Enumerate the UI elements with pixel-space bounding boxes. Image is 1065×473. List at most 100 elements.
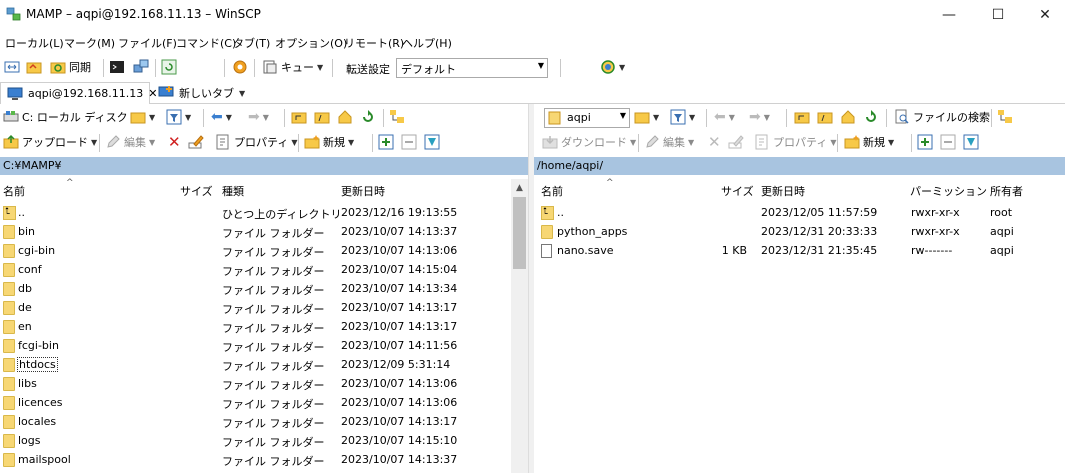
remote-path: /home/aqpi/ bbox=[537, 159, 604, 172]
table-row[interactable]: mailspool ファイル フォルダー 2023/10/07 14:13:37 bbox=[0, 450, 511, 469]
remote-col-owner[interactable]: 所有者 bbox=[990, 183, 1023, 199]
toolbar-separator bbox=[298, 134, 299, 152]
compare-dirs-button[interactable] bbox=[4, 57, 20, 77]
local-vertical-scrollbar[interactable]: ▲ bbox=[511, 179, 528, 473]
plus-icon bbox=[378, 134, 394, 150]
toolbar-separator bbox=[103, 59, 104, 77]
remote-col-modified[interactable]: 更新日時 bbox=[761, 183, 805, 199]
download-button[interactable]: ダウンロード ▼ bbox=[542, 132, 636, 152]
remote-path-bar[interactable]: /home/aqpi/ bbox=[534, 157, 1065, 175]
remote-parent-dir-button[interactable] bbox=[794, 107, 810, 127]
local-col-size[interactable]: サイズ bbox=[180, 183, 213, 199]
remote-dir-select[interactable]: aqpi ▼ bbox=[544, 108, 630, 128]
remote-col-size[interactable]: サイズ bbox=[721, 183, 754, 199]
table-row[interactable]: conf ファイル フォルダー 2023/10/07 14:15:04 bbox=[0, 260, 511, 279]
remote-delete-button[interactable]: ✕ bbox=[708, 132, 721, 152]
remote-home-button[interactable] bbox=[840, 107, 856, 127]
menu-mark[interactable]: マーク(M) bbox=[64, 35, 115, 51]
upload-button[interactable]: アップロード ▼ bbox=[3, 132, 97, 152]
putty-button[interactable] bbox=[133, 57, 149, 77]
menu-help[interactable]: ヘルプ(H) bbox=[402, 35, 452, 51]
terminal-button[interactable] bbox=[109, 57, 125, 77]
remote-filter-select-button[interactable] bbox=[963, 132, 979, 152]
local-filter-button[interactable]: ▼ bbox=[166, 107, 191, 127]
remote-forward-button[interactable]: ➡ ▼ bbox=[749, 107, 770, 127]
table-row[interactable]: locales ファイル フォルダー 2023/10/07 14:13:17 bbox=[0, 412, 511, 431]
menu-file[interactable]: ファイル(F) bbox=[118, 35, 177, 51]
menu-tab[interactable]: タブ(T) bbox=[233, 35, 270, 51]
table-row[interactable]: ⮤.. 2023/12/05 11:57:59 rwxr-xr-x root bbox=[536, 203, 1065, 222]
remote-col-permissions[interactable]: パーミッション bbox=[910, 183, 987, 199]
table-row[interactable]: en ファイル フォルダー 2023/10/07 14:13:17 bbox=[0, 317, 511, 336]
transfer-settings-select[interactable]: デフォルト ▼ bbox=[396, 58, 548, 78]
remote-unselect-button[interactable] bbox=[940, 132, 956, 152]
local-rename-button[interactable] bbox=[188, 132, 204, 152]
scroll-up-arrow-icon[interactable]: ▲ bbox=[511, 179, 528, 196]
local-refresh-button[interactable] bbox=[360, 107, 376, 127]
table-row[interactable]: logs ファイル フォルダー 2023/10/07 14:15:10 bbox=[0, 431, 511, 450]
table-row[interactable]: ⮤.. ひとつ上のディレクトリ 2023/12/16 19:13:55 bbox=[0, 203, 511, 222]
menu-local[interactable]: ローカル(L) bbox=[5, 35, 64, 51]
table-row[interactable]: db ファイル フォルダー 2023/10/07 14:13:34 bbox=[0, 279, 511, 298]
minimize-button[interactable]: — bbox=[926, 0, 972, 30]
table-row[interactable]: python_apps 2023/12/31 20:33:33 rwxr-xr-x a… bbox=[536, 222, 1065, 241]
local-drive-select[interactable]: C: ローカル ディスク ▼ bbox=[3, 107, 137, 127]
menu-options[interactable]: オプション(O) bbox=[275, 35, 347, 51]
local-unselect-button[interactable] bbox=[401, 132, 417, 152]
remote-properties-button[interactable]: プロパティ ▼ bbox=[754, 132, 837, 152]
local-properties-button[interactable]: プロパティ ▼ bbox=[215, 132, 298, 152]
table-row[interactable]: bin ファイル フォルダー 2023/10/07 14:13:37 bbox=[0, 222, 511, 241]
local-forward-button[interactable]: ➡ ▼ bbox=[248, 107, 269, 127]
remote-back-button[interactable]: ⬅ ▼ bbox=[714, 107, 735, 127]
local-path-bar[interactable]: C:¥MAMP¥ bbox=[0, 157, 528, 175]
local-home-button[interactable] bbox=[337, 107, 353, 127]
remote-refresh-button[interactable] bbox=[863, 107, 879, 127]
remote-col-name[interactable]: 名前 bbox=[541, 183, 563, 199]
remote-open-folder-button[interactable]: ▼ bbox=[634, 107, 659, 127]
local-col-type[interactable]: 種類 bbox=[222, 183, 244, 199]
find-files-button[interactable]: ファイルの検索 bbox=[894, 107, 990, 127]
table-row[interactable]: de ファイル フォルダー 2023/10/07 14:13:17 bbox=[0, 298, 511, 317]
tab-new[interactable]: 新しいタブ ▼ bbox=[152, 82, 252, 104]
local-open-folder-button[interactable]: ▼ bbox=[130, 107, 155, 127]
table-row[interactable]: nano.save 1 KB 2023/12/31 21:35:45 rw------… bbox=[536, 241, 1065, 260]
remote-filter-button[interactable]: ▼ bbox=[670, 107, 695, 127]
local-col-modified[interactable]: 更新日時 bbox=[341, 183, 385, 199]
table-row[interactable]: cgi-bin ファイル フォルダー 2023/10/07 14:13:06 bbox=[0, 241, 511, 260]
find-files-label: ファイルの検索 bbox=[913, 111, 990, 124]
close-button[interactable]: ✕ bbox=[1022, 0, 1065, 30]
remote-tree-button[interactable] bbox=[997, 107, 1013, 127]
refresh-button[interactable] bbox=[161, 57, 177, 77]
remote-edit-button[interactable]: 編集 ▼ bbox=[644, 132, 694, 152]
local-col-name[interactable]: 名前 bbox=[3, 183, 25, 199]
local-tree-button[interactable] bbox=[389, 107, 405, 127]
scroll-thumb[interactable] bbox=[513, 197, 526, 269]
tab-session[interactable]: aqpi@192.168.11.13 ✕ bbox=[0, 82, 157, 104]
local-select-all-button[interactable] bbox=[378, 132, 394, 152]
maximize-button[interactable]: ☐ bbox=[975, 0, 1021, 30]
local-delete-button[interactable]: ✕ bbox=[168, 132, 181, 152]
synchronize-button[interactable]: 同期 bbox=[50, 57, 91, 77]
remote-select-all-button[interactable] bbox=[917, 132, 933, 152]
table-row[interactable]: licences ファイル フォルダー 2023/10/07 14:13:06 bbox=[0, 393, 511, 412]
remote-rename-button[interactable] bbox=[728, 132, 744, 152]
transfer-options-button[interactable]: ▼ bbox=[600, 57, 625, 77]
sync-browse-button[interactable] bbox=[26, 57, 42, 77]
queue-button[interactable]: キュー ▼ bbox=[262, 57, 323, 77]
chevron-down-icon: ▼ bbox=[291, 137, 298, 147]
preferences-button[interactable] bbox=[232, 57, 248, 77]
local-root-dir-button[interactable] bbox=[314, 107, 330, 127]
local-back-button[interactable]: ⬅ ▼ bbox=[211, 107, 232, 127]
remote-new-button[interactable]: 新規 ▼ bbox=[844, 132, 894, 152]
menu-command[interactable]: コマンド(C) bbox=[176, 35, 236, 51]
local-parent-dir-button[interactable] bbox=[291, 107, 307, 127]
table-row[interactable]: libs ファイル フォルダー 2023/10/07 14:13:06 bbox=[0, 374, 511, 393]
remote-root-dir-button[interactable] bbox=[817, 107, 833, 127]
local-new-button[interactable]: 新規 ▼ bbox=[304, 132, 354, 152]
local-filter-select-button[interactable] bbox=[424, 132, 440, 152]
local-edit-button[interactable]: 編集 ▼ bbox=[105, 132, 155, 152]
table-row[interactable]: htdocs ファイル フォルダー 2023/12/09 5:31:14 bbox=[0, 355, 511, 374]
table-row[interactable]: fcgi-bin ファイル フォルダー 2023/10/07 14:11:56 bbox=[0, 336, 511, 355]
chevron-down-icon: ▼ bbox=[317, 62, 324, 72]
menu-remote[interactable]: リモート(R) bbox=[344, 35, 404, 51]
